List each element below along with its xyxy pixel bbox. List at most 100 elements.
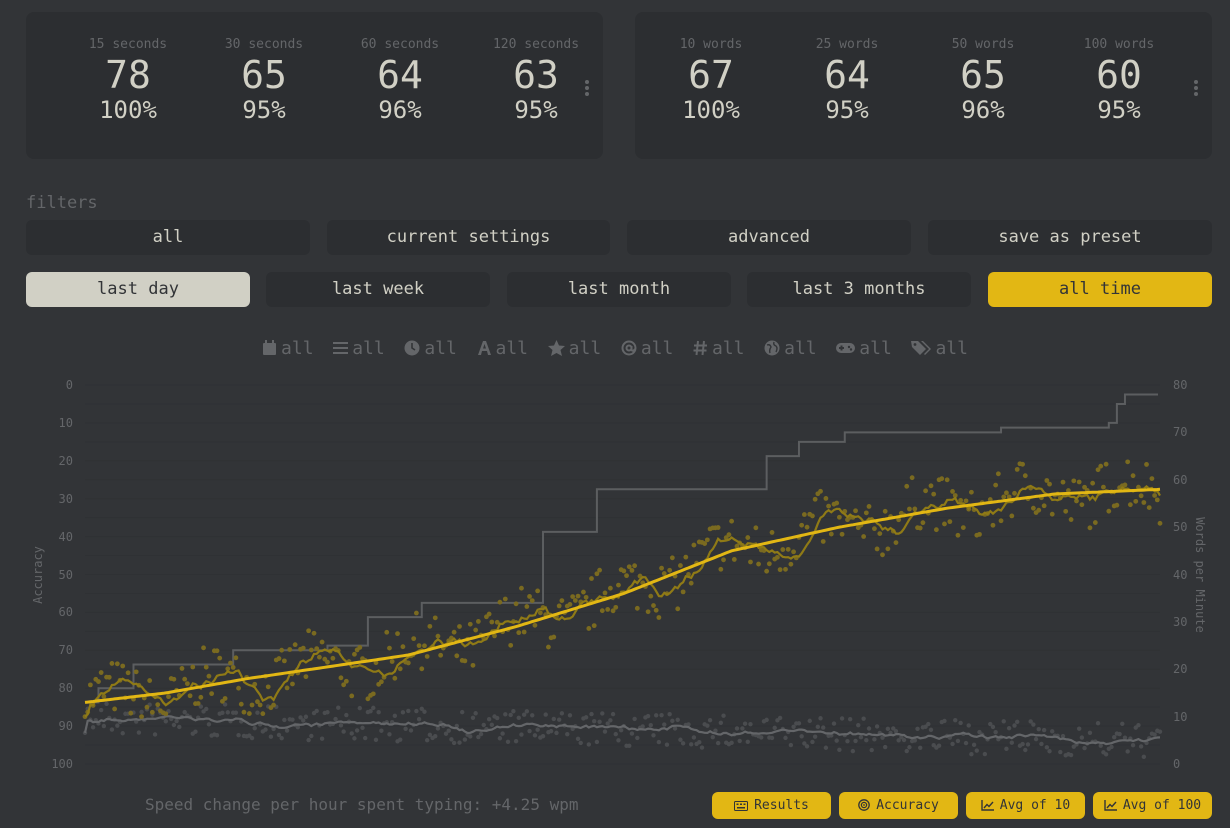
accuracy-point [662,722,667,727]
y-axis-left-title: Accuracy [31,546,45,604]
y-right-tick: 80 [1173,378,1188,392]
filter-chip-font[interactable]: all [477,338,528,359]
accuracy-point [597,719,602,724]
pb-label: 30 seconds [224,37,304,52]
accuracy-point [756,733,761,739]
accuracy-point [1090,739,1095,745]
accuracy-point [503,712,508,717]
range-last-day[interactable]: last day [26,272,250,307]
pb-words-10: 10 words 67 100% [646,38,776,125]
accuracy-point [918,745,923,750]
result-point [591,623,597,629]
pb-acc: 95% [825,96,869,124]
save-as-preset-button[interactable]: save as preset [928,220,1212,255]
result-point [791,549,796,555]
accuracy-point [659,712,664,718]
accuracy-point [907,745,912,750]
more-options-icon[interactable] [1190,78,1202,98]
result-point [780,547,786,552]
result-point [950,489,955,494]
result-point [440,645,446,651]
filter-chip-language[interactable]: all [764,338,817,359]
filter-chip-time[interactable]: all [404,338,457,359]
result-point [465,636,470,642]
accuracy-point [1025,742,1031,747]
accuracy-point [882,744,888,750]
filter-chip-numbers[interactable]: all [693,338,744,359]
accuracy-point [446,728,451,733]
accuracy-point [330,721,336,727]
accuracy-point [872,737,877,742]
result-point [818,488,823,494]
accuracy-point [131,710,136,715]
accuracy-point [492,714,497,719]
result-point [944,477,950,483]
accuracy-point [257,722,263,727]
result-point [958,497,964,503]
y-right-tick: 30 [1173,614,1188,629]
filter-chip-funbox[interactable]: all [836,338,892,359]
accuracy-point [341,729,346,734]
filter-chip-punctuation[interactable]: all [621,338,673,359]
accuracy-point [365,709,371,715]
result-point [885,546,891,552]
accuracy-point [821,725,826,730]
result-point [812,496,818,502]
filter-chip-date[interactable]: all [262,338,314,359]
pb-words-100: 100 words 60 95% [1054,38,1184,125]
result-point [190,664,196,670]
range-last-month[interactable]: last month [507,272,731,307]
result-point [117,677,123,683]
accuracy-point [966,723,971,728]
accuracy-point [107,715,112,721]
result-point [1117,485,1122,491]
accuracy-point [349,731,354,736]
accuracy-point [694,741,699,747]
range-last-3-months[interactable]: last 3 months [747,272,971,307]
accuracy-point [944,733,950,739]
result-point [764,568,770,574]
result-point [947,519,953,525]
legend-avg10-button[interactable]: Avg of 10 [966,792,1085,819]
filter-chip-tags[interactable]: all [911,338,968,359]
accuracy-point [837,747,842,753]
result-point [1114,502,1120,508]
filter-preset-advanced[interactable]: advanced [627,220,911,255]
accuracy-point [583,715,589,720]
result-point [721,557,726,563]
result-point [222,696,228,701]
legend-label: Accuracy [876,798,939,813]
accuracy-point [169,716,174,722]
accuracy-point [1050,729,1055,734]
result-point [820,539,826,544]
result-point [427,623,433,629]
result-point [1036,507,1042,513]
result-point [1130,473,1136,479]
accuracy-point [1087,730,1093,735]
result-point [271,702,276,708]
accuracy-point [384,720,389,725]
range-all-time[interactable]: all time [988,272,1212,307]
accuracy-point [255,710,260,715]
filter-preset-all[interactable]: all [26,220,310,255]
accuracy-point [338,723,344,728]
filter-chip-mode[interactable]: all [333,338,385,359]
legend-results-button[interactable]: Results [712,792,831,819]
result-point [155,702,161,708]
legend-accuracy-button[interactable]: Accuracy [839,792,958,819]
accuracy-point [772,725,777,731]
result-point [928,483,934,489]
y-right-tick: 50 [1173,520,1188,535]
filter-chip-difficulty[interactable]: all [547,338,601,359]
accuracy-point [325,710,330,715]
result-point [616,582,621,588]
result-point [710,525,716,531]
accuracy-point [505,739,511,745]
result-point [370,691,376,697]
more-options-icon[interactable] [581,78,593,98]
filter-preset-current-settings[interactable]: current settings [327,220,610,255]
accuracy-point [783,735,788,741]
range-last-week[interactable]: last week [266,272,490,307]
legend-avg100-button[interactable]: Avg of 100 [1093,792,1212,819]
accuracy-point [1074,742,1079,747]
